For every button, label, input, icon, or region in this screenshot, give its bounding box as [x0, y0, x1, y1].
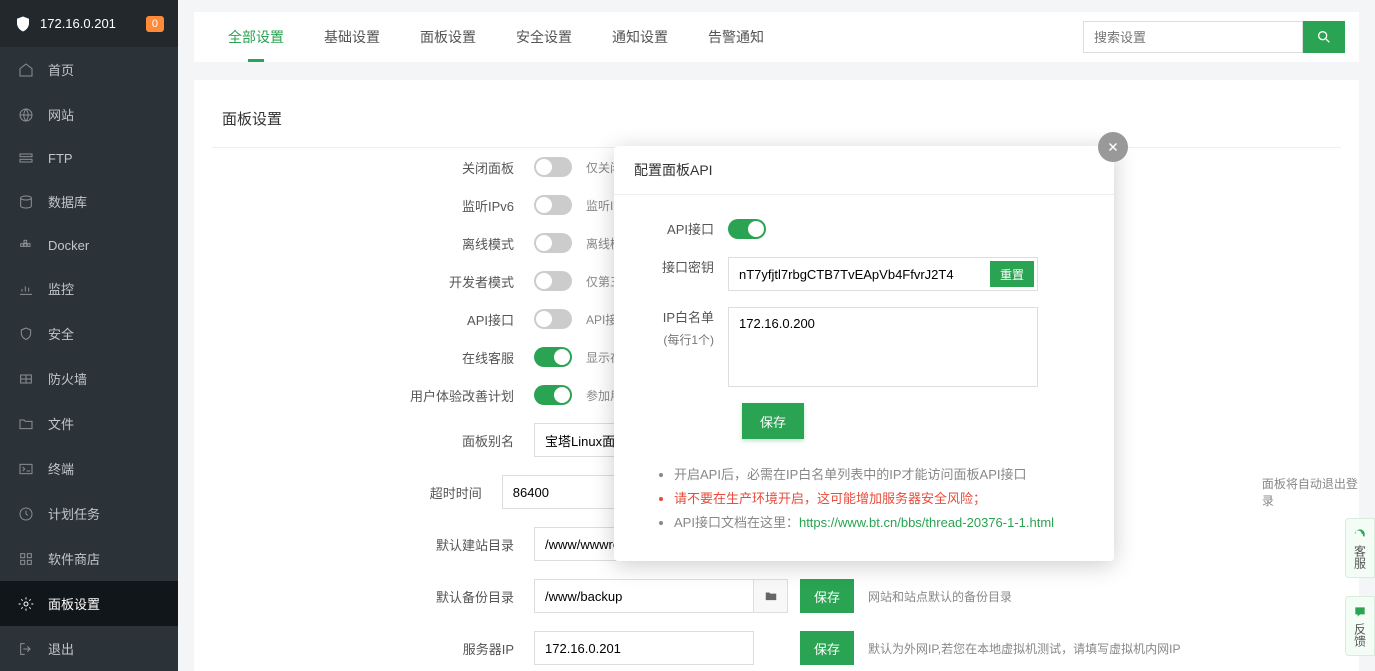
modal-label-key: 接口密钥 — [644, 257, 728, 291]
database-icon — [18, 194, 34, 210]
sidebar-header: 172.16.0.201 0 — [0, 0, 178, 47]
notification-badge[interactable]: 0 — [146, 16, 164, 32]
modal-reset-button[interactable]: 重置 — [990, 261, 1034, 287]
modal-label-whitelist: IP白名单(每行1个) — [644, 307, 728, 387]
modal-save-button[interactable]: 保存 — [742, 403, 804, 439]
menu-panel-settings[interactable]: 面板设置 — [0, 581, 178, 626]
menu-logout[interactable]: 退出 — [0, 626, 178, 671]
sidebar: 172.16.0.201 0 首页 网站 FTP 数据库 Docker 监控 安… — [0, 0, 178, 671]
modal-close-button[interactable] — [1098, 132, 1128, 162]
menu-cron[interactable]: 计划任务 — [0, 491, 178, 536]
menu-files[interactable]: 文件 — [0, 401, 178, 446]
note-1: 开启API后，必需在IP白名单列表中的IP才能访问面板API接口 — [674, 463, 1084, 487]
apps-icon — [18, 551, 34, 567]
note-3: API接口文档在这里：https://www.bt.cn/bbs/thread-… — [674, 511, 1084, 535]
ftp-icon — [18, 150, 34, 166]
main-content: 全部设置 基础设置 面板设置 安全设置 通知设置 告警通知 面板设置 关闭面板仅… — [178, 0, 1375, 671]
gear-icon — [18, 596, 34, 612]
terminal-icon — [18, 461, 34, 477]
modal-body: API接口 接口密钥 重置 IP白名单(每行1个) 保存 开启API后，必需在 — [614, 195, 1114, 561]
menu-security[interactable]: 安全 — [0, 311, 178, 356]
modal-label-api: API接口 — [644, 219, 728, 241]
home-icon — [18, 62, 34, 78]
menu-software[interactable]: 软件商店 — [0, 536, 178, 581]
chart-icon — [18, 281, 34, 297]
sidebar-menu: 首页 网站 FTP 数据库 Docker 监控 安全 防火墙 文件 终端 计划任… — [0, 47, 178, 671]
modal-notes: 开启API后，必需在IP白名单列表中的IP才能访问面板API接口 请不要在生产环… — [674, 463, 1084, 535]
menu-docker[interactable]: Docker — [0, 224, 178, 266]
firewall-icon — [18, 371, 34, 387]
api-config-modal: 配置面板API API接口 接口密钥 重置 IP白名单(每行1个) — [614, 146, 1114, 561]
clock-icon — [18, 506, 34, 522]
note-2: 请不要在生产环境开启，这可能增加服务器安全风险； — [674, 487, 1084, 511]
menu-firewall[interactable]: 防火墙 — [0, 356, 178, 401]
float-feedback[interactable]: 反馈 — [1345, 596, 1375, 656]
shield-icon — [14, 15, 32, 33]
logout-icon — [18, 641, 34, 657]
menu-database[interactable]: 数据库 — [0, 179, 178, 224]
headset-icon — [1353, 527, 1367, 541]
folder-icon — [18, 416, 34, 432]
server-ip: 172.16.0.201 — [40, 16, 146, 31]
modal-toggle-api[interactable] — [728, 219, 766, 239]
api-doc-link[interactable]: https://www.bt.cn/bbs/thread-20376-1-1.h… — [799, 515, 1054, 530]
security-icon — [18, 326, 34, 342]
docker-icon — [18, 237, 34, 253]
menu-monitor[interactable]: 监控 — [0, 266, 178, 311]
menu-terminal[interactable]: 终端 — [0, 446, 178, 491]
menu-ftp[interactable]: FTP — [0, 137, 178, 179]
modal-title: 配置面板API — [614, 146, 1114, 195]
modal-textarea-whitelist[interactable] — [728, 307, 1038, 387]
menu-home[interactable]: 首页 — [0, 47, 178, 92]
float-customer-service[interactable]: 客服 — [1345, 518, 1375, 578]
globe-icon — [18, 107, 34, 123]
menu-website[interactable]: 网站 — [0, 92, 178, 137]
close-icon — [1106, 140, 1120, 154]
feedback-icon — [1353, 605, 1367, 619]
